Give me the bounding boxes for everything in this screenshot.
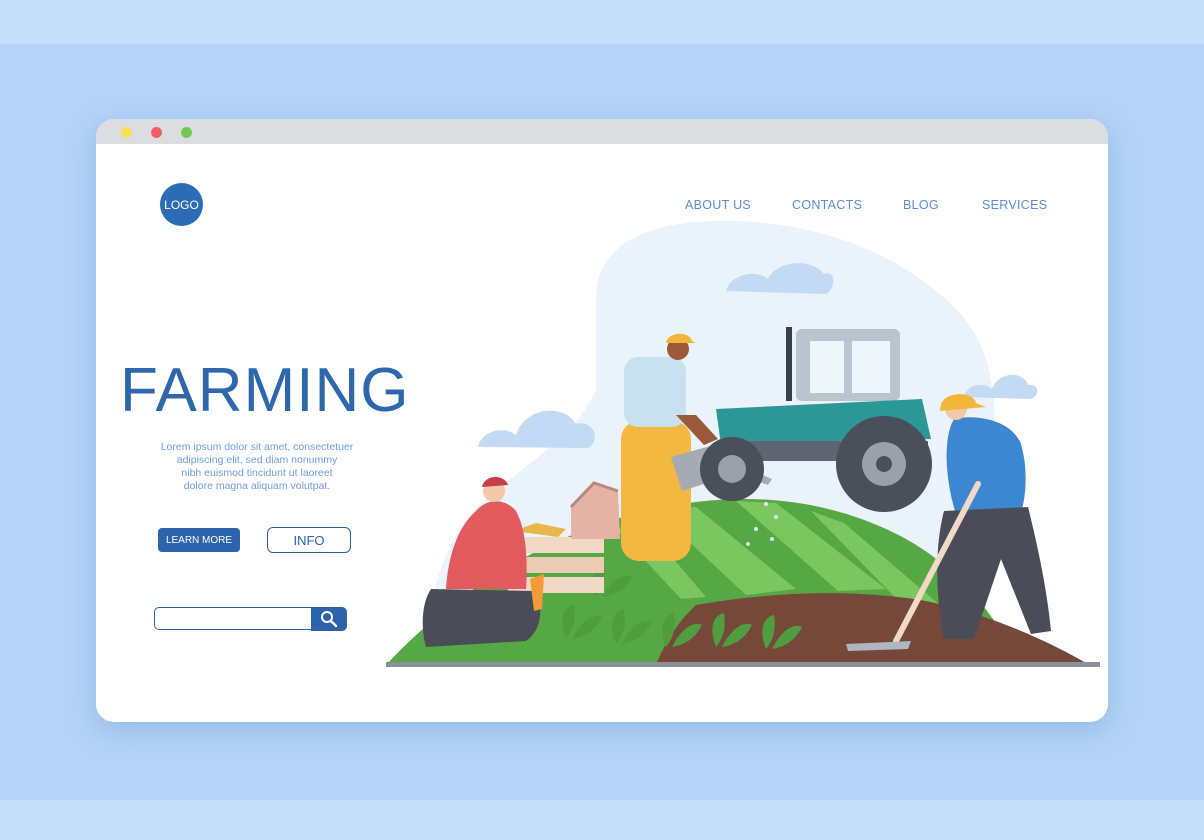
hero-description: Lorem ipsum dolor sit amet, consectetuer… [146,441,368,493]
browser-window: LOGO ABOUT US CONTACTS BLOG SERVICES FAR… [96,119,1108,722]
search-button[interactable] [311,607,347,631]
learn-more-button[interactable]: LEARN MORE [158,528,240,552]
nav-about-us[interactable]: ABOUT US [685,198,751,212]
hero-text-line: Lorem ipsum dolor sit amet, consectetuer [160,441,354,453]
hero-title: FARMING [120,356,410,425]
background-bottom [0,800,1204,840]
hero-text-line: nibh euismod tincidunt ut laoreet [181,467,333,479]
ground-line [386,662,1100,667]
logo-badge[interactable]: LOGO [160,183,203,226]
nav-blog[interactable]: BLOG [903,198,939,212]
hero-text-line: dolore magna aliquam volutpat. [183,480,331,492]
search-icon [321,611,338,628]
nav-services[interactable]: SERVICES [982,198,1047,212]
cloud-icon [478,410,595,448]
nav-contacts[interactable]: CONTACTS [792,198,862,212]
hero-text-line: adipiscing elit, sed diam nonummy [176,454,338,466]
info-button[interactable]: INFO [267,527,351,553]
background-top [0,0,1204,44]
search-input[interactable] [154,607,313,630]
